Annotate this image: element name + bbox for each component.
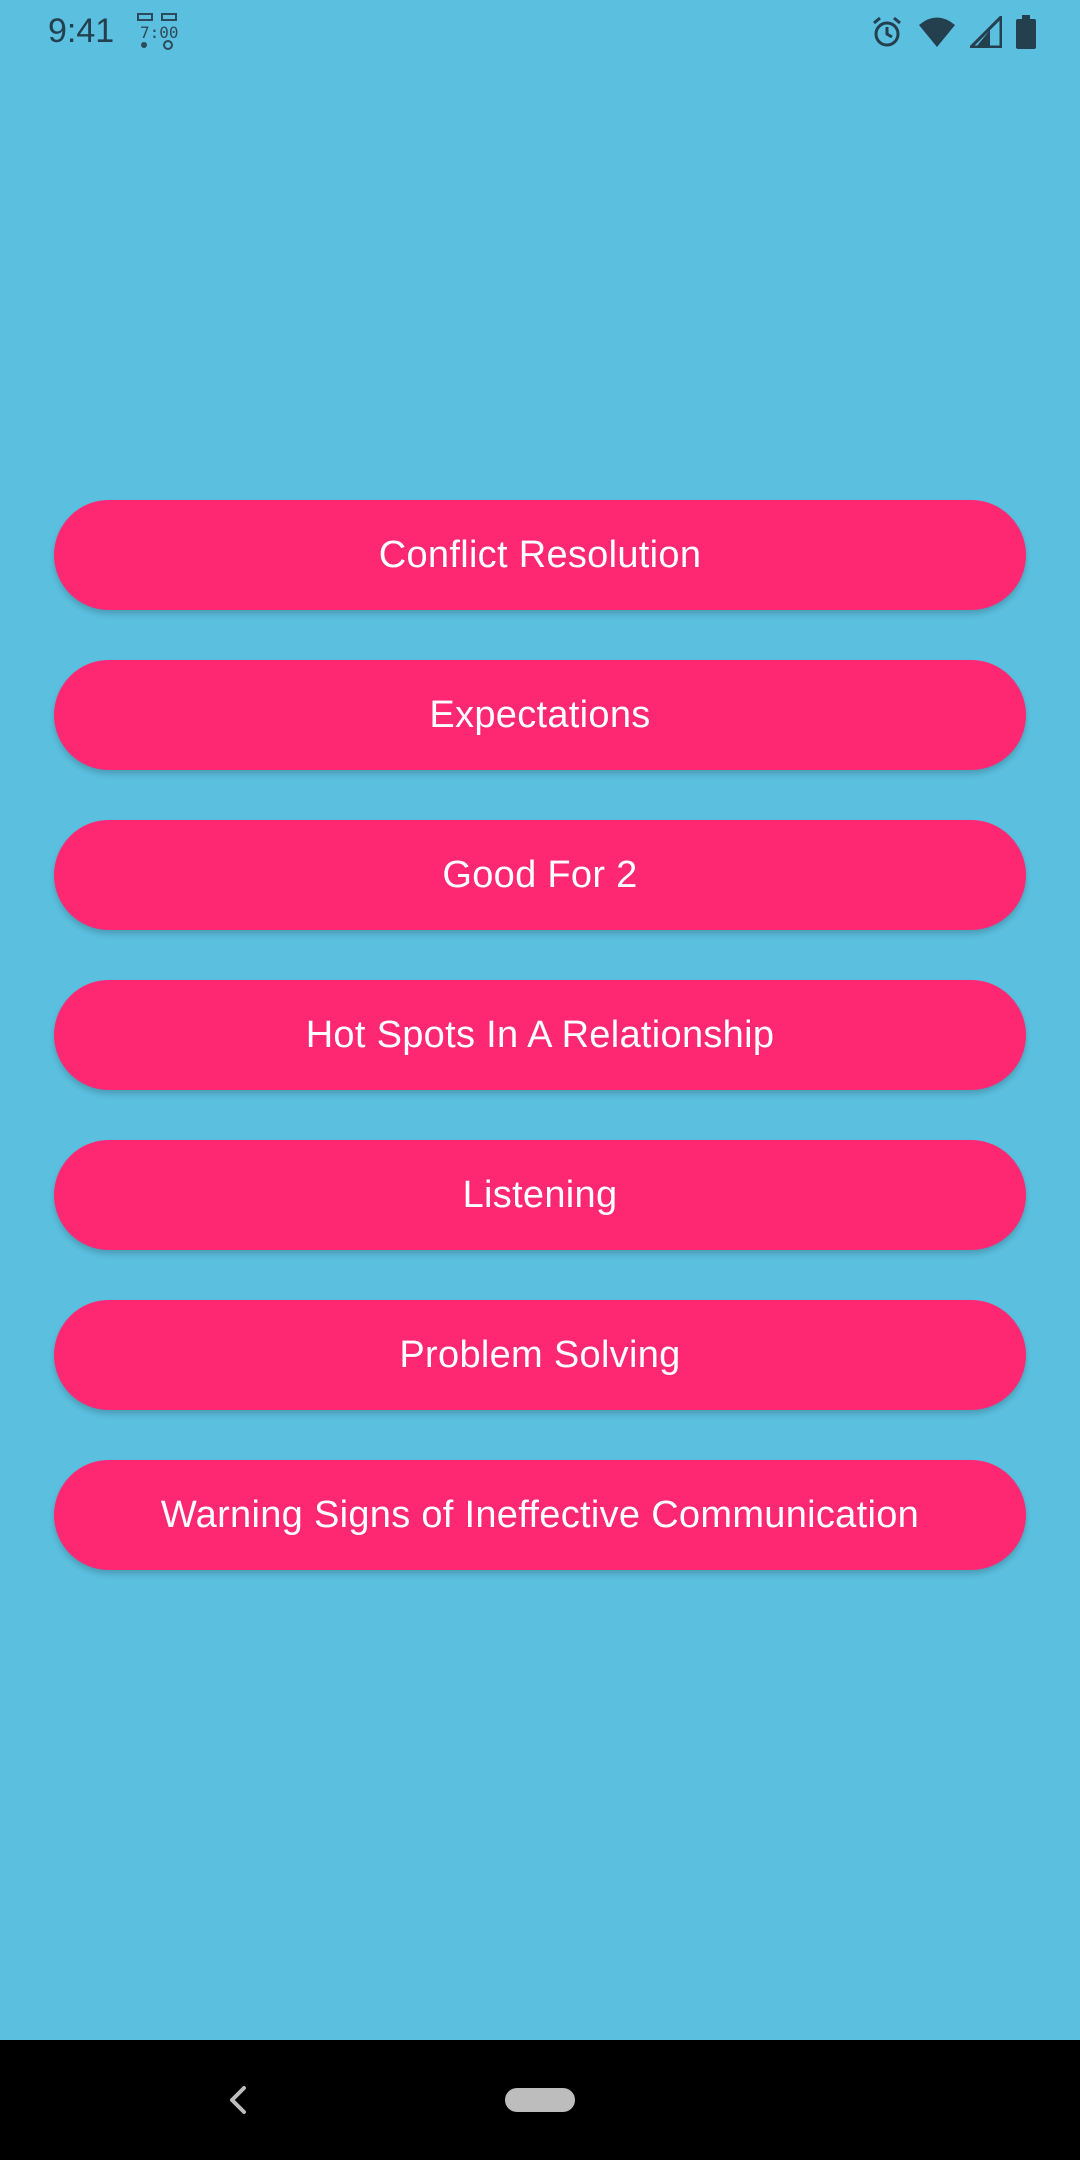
expectations-button[interactable]: Expectations <box>54 660 1026 770</box>
wifi-icon <box>918 16 956 48</box>
status-time: 9:41 <box>48 12 115 50</box>
status-icons <box>870 12 1036 52</box>
app-notification-icon: 7:00 <box>136 12 179 50</box>
hot-spots-button[interactable]: Hot Spots In A Relationship <box>54 980 1026 1090</box>
signal-icon <box>970 16 1002 48</box>
navigation-bar <box>0 2040 1080 2160</box>
svg-text:7:00: 7:00 <box>140 23 178 42</box>
battery-icon <box>1016 15 1036 49</box>
topic-menu: Conflict Resolution Expectations Good Fo… <box>54 500 1026 1620</box>
problem-solving-button[interactable]: Problem Solving <box>54 1300 1026 1410</box>
conflict-resolution-button[interactable]: Conflict Resolution <box>54 500 1026 610</box>
listening-button[interactable]: Listening <box>54 1140 1026 1250</box>
back-icon[interactable] <box>220 2078 256 2122</box>
alarm-icon <box>870 15 904 49</box>
warning-signs-button[interactable]: Warning Signs of Ineffective Communicati… <box>54 1460 1026 1570</box>
home-pill-icon[interactable] <box>505 2088 575 2112</box>
status-bar: 9:41 7:00 <box>0 0 1080 63</box>
good-for-2-button[interactable]: Good For 2 <box>54 820 1026 930</box>
